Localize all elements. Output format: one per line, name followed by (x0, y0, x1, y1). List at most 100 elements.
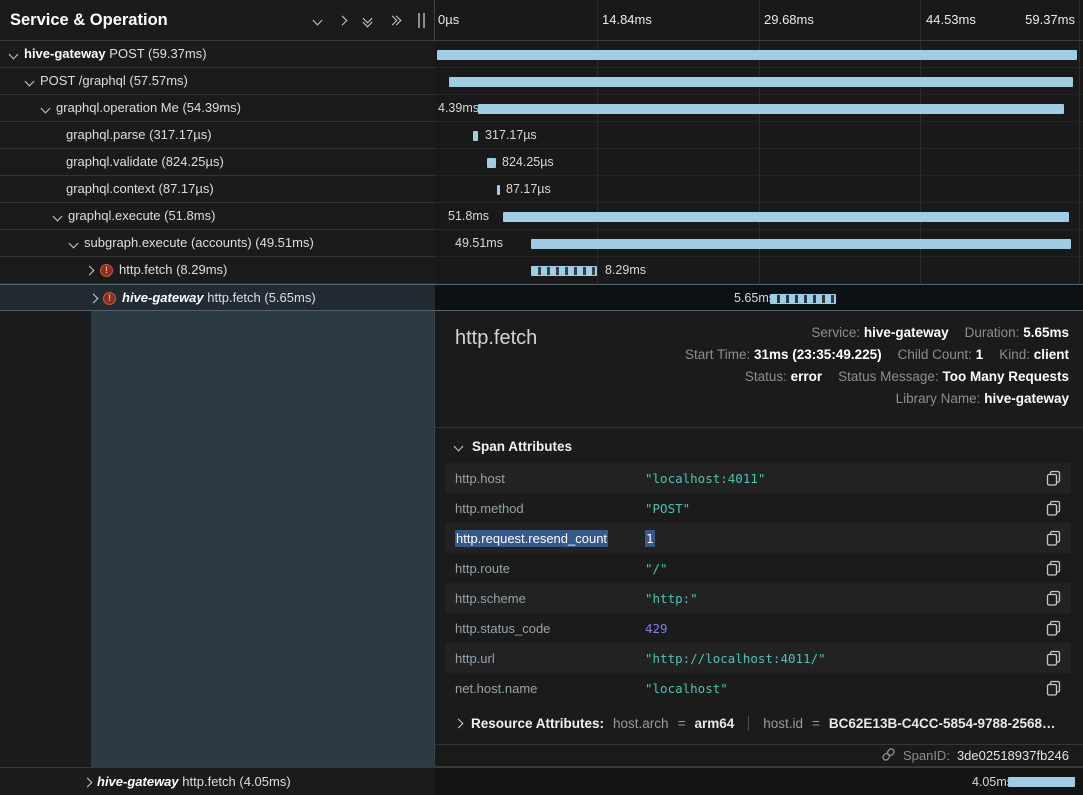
resource-attributes-row[interactable]: Resource Attributes: host.arch = arm64 h… (455, 716, 1056, 731)
duration-label: 49.51ms (455, 230, 503, 257)
chevron-down-icon (454, 442, 464, 452)
copy-button[interactable] (1046, 680, 1061, 696)
column-resize-handle[interactable] (418, 13, 425, 28)
meta-line: Library Name: hive-gateway (685, 388, 1069, 410)
copy-button[interactable] (1046, 470, 1061, 486)
span-row[interactable]: graphql.parse (317.17µs) (0, 122, 435, 149)
timeline-row[interactable]: 51.8ms (435, 203, 1083, 230)
expanded-span-region (91, 311, 434, 767)
error-icon (100, 264, 113, 277)
span-row-selected[interactable]: hive-gateway http.fetch (5.65ms) (0, 284, 435, 311)
span-label: POST /graphql (57.57ms) (40, 68, 188, 94)
attribute-row-selected: http.request.resend_count 1 (445, 523, 1071, 553)
expander-icon[interactable] (89, 294, 99, 304)
meta-line: Start Time: 31ms (23:35:49.225)Child Cou… (685, 344, 1069, 366)
duration-label: 87.17µs (506, 176, 551, 203)
span-attributes-header[interactable]: Span Attributes (455, 439, 572, 454)
span-label: hive-gateway POST (59.37ms) (24, 41, 207, 67)
timeline-row[interactable]: 824.25µs (435, 149, 1083, 176)
panel-title: Service & Operation (10, 11, 168, 30)
expander-icon[interactable] (69, 239, 79, 249)
copy-button[interactable] (1046, 560, 1061, 576)
span-row[interactable]: POST /graphql (57.57ms) (0, 68, 435, 95)
timeline-row[interactable] (435, 41, 1083, 68)
span-row[interactable]: graphql.validate (824.25µs) (0, 149, 435, 176)
error-icon (103, 292, 116, 305)
attribute-row: http.method "POST" (445, 493, 1071, 523)
copy-button[interactable] (1046, 620, 1061, 636)
span-bar[interactable] (487, 158, 496, 168)
divider (435, 427, 1083, 428)
ruler-tick: 14.84ms (602, 0, 652, 40)
chevron-right-icon (454, 719, 464, 729)
double-chevron-down-icon[interactable] (364, 15, 371, 26)
timeline-row[interactable]: 49.51ms (435, 230, 1083, 257)
attribute-row: http.route "/" (445, 553, 1071, 583)
timeline-row[interactable]: 8.29ms (435, 257, 1083, 284)
span-bar[interactable] (473, 131, 478, 141)
meta-line: Status: errorStatus Message: Too Many Re… (685, 366, 1069, 388)
copy-button[interactable] (1046, 590, 1061, 606)
expander-icon[interactable] (85, 266, 95, 276)
duration-label: 317.17µs (485, 122, 537, 149)
span-meta: Service: hive-gatewayDuration: 5.65ms St… (685, 322, 1069, 410)
trace-viewer: Service & Operation hive-gateway POST (5… (0, 0, 1083, 795)
timeline-row[interactable] (435, 68, 1083, 95)
span-label: graphql.parse (317.17µs) (66, 122, 212, 148)
span-bar[interactable] (531, 239, 1071, 249)
span-tree-panel: Service & Operation hive-gateway POST (5… (0, 0, 435, 795)
timeline-ruler: 0µs 14.84ms 29.68ms 44.53ms 59.37ms (435, 0, 1083, 41)
span-label: graphql.context (87.17µs) (66, 176, 214, 202)
expander-icon[interactable] (53, 212, 63, 222)
duration-label: 5.65ms (734, 285, 775, 312)
timeline-row[interactable]: 87.17µs (435, 176, 1083, 203)
duration-label: 4.39ms (438, 95, 479, 122)
timeline-row[interactable]: 4.05ms (435, 767, 1083, 795)
span-id: 3de02518937fb246 (957, 748, 1069, 763)
span-label: hive-gateway http.fetch (4.05ms) (97, 768, 291, 795)
chevron-right-icon[interactable] (339, 11, 346, 29)
duration-label: 4.05ms (972, 768, 1013, 795)
timeline-panel: 0µs 14.84ms 29.68ms 44.53ms 59.37ms 4.39… (435, 0, 1083, 795)
span-bar[interactable] (478, 104, 1064, 114)
link-icon[interactable] (881, 747, 896, 765)
timeline-row[interactable]: 4.39ms (435, 95, 1083, 122)
ruler-tick: 44.53ms (926, 0, 976, 40)
duration-label: 51.8ms (448, 203, 489, 230)
span-row[interactable]: subgraph.execute (accounts) (49.51ms) (0, 230, 435, 257)
span-row[interactable]: hive-gateway http.fetch (4.05ms) (0, 767, 435, 795)
expander-icon[interactable] (41, 104, 51, 114)
span-row[interactable]: graphql.execute (51.8ms) (0, 203, 435, 230)
ruler-tick: 59.37ms (1025, 0, 1075, 40)
tree-header: Service & Operation (0, 0, 434, 41)
span-bar[interactable] (531, 266, 597, 276)
chevron-down-icon[interactable] (314, 11, 321, 29)
expander-icon[interactable] (9, 50, 19, 60)
span-attributes-table: http.host "localhost:4011" http.method "… (445, 463, 1071, 703)
span-label: subgraph.execute (accounts) (49.51ms) (84, 230, 314, 256)
copy-button[interactable] (1046, 530, 1061, 546)
copy-button[interactable] (1046, 500, 1061, 516)
timeline-row[interactable]: 317.17µs (435, 122, 1083, 149)
expander-icon[interactable] (83, 778, 93, 788)
span-bar[interactable] (503, 212, 1069, 222)
copy-button[interactable] (1046, 650, 1061, 666)
span-row[interactable]: http.fetch (8.29ms) (0, 257, 435, 284)
span-detail-panel: http.fetch Service: hive-gatewayDuration… (435, 311, 1083, 767)
duration-label: 824.25µs (502, 149, 554, 176)
span-bar[interactable] (1008, 777, 1075, 787)
divider (748, 716, 749, 731)
span-bar[interactable] (497, 185, 500, 195)
span-detail-title: http.fetch (455, 327, 537, 350)
span-bar[interactable] (437, 50, 1077, 60)
span-row[interactable]: graphql.context (87.17µs) (0, 176, 435, 203)
ruler-tick: 29.68ms (764, 0, 814, 40)
span-bar[interactable] (449, 77, 1073, 87)
expander-icon[interactable] (25, 77, 35, 87)
attribute-row: http.url "http://localhost:4011/" (445, 643, 1071, 673)
span-row[interactable]: hive-gateway POST (59.37ms) (0, 41, 435, 68)
timeline-row-selected[interactable]: 5.65ms (435, 284, 1083, 311)
span-bar[interactable] (770, 294, 836, 304)
double-chevron-right-icon[interactable] (389, 17, 400, 24)
span-row[interactable]: graphql.operation Me (54.39ms) (0, 95, 435, 122)
